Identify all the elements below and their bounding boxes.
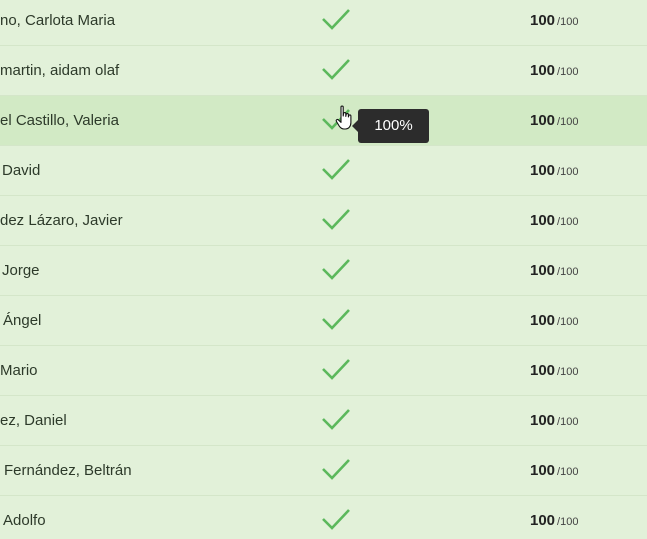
checkmark-icon [322, 459, 350, 480]
table-row[interactable]: Adolfo 100/100 [0, 496, 647, 539]
student-name: martin, aidam olaf [0, 62, 120, 79]
student-name: Fernández, Beltrán [4, 462, 132, 479]
student-name: dez Lázaro, Javier [0, 212, 123, 229]
checkmark-icon [322, 159, 350, 180]
hand-pointer-icon [335, 105, 352, 130]
score: 100/100 [530, 512, 579, 529]
table-row[interactable]: Ángel 100/100 [0, 296, 647, 346]
score: 100/100 [530, 462, 579, 479]
student-name: Mario [0, 362, 38, 379]
checkmark-icon [322, 259, 350, 280]
table-row[interactable]: no, Carlota Maria 100/100 [0, 0, 647, 46]
student-name: el Castillo, Valeria [0, 112, 119, 129]
score: 100/100 [530, 362, 579, 379]
checkmark-icon [322, 9, 350, 30]
table-row[interactable]: ez, Daniel 100/100 [0, 396, 647, 446]
checkmark-icon [322, 509, 350, 530]
grades-table: no, Carlota Maria 100/100 martin, aidam … [0, 0, 647, 539]
score: 100/100 [530, 212, 579, 229]
checkmark-icon [322, 409, 350, 430]
score: 100/100 [530, 62, 579, 79]
student-name: Adolfo [3, 512, 46, 529]
score: 100/100 [530, 112, 579, 129]
score: 100/100 [530, 262, 579, 279]
student-name: ez, Daniel [0, 412, 67, 429]
score: 100/100 [530, 12, 579, 29]
checkmark-icon [322, 359, 350, 380]
checkmark-icon [322, 59, 350, 80]
progress-tooltip: 100% [352, 109, 429, 143]
student-name: Ángel [3, 312, 42, 329]
student-name: Jorge [2, 262, 40, 279]
table-row[interactable]: Fernández, Beltrán 100/100 [0, 446, 647, 496]
table-row[interactable]: Mario 100/100 [0, 346, 647, 396]
table-row[interactable]: el Castillo, Valeria 100/100 [0, 96, 647, 146]
checkmark-icon [322, 309, 350, 330]
score: 100/100 [530, 412, 579, 429]
table-row[interactable]: dez Lázaro, Javier 100/100 [0, 196, 647, 246]
student-name: no, Carlota Maria [0, 12, 116, 29]
student-name: David [2, 162, 41, 179]
table-row[interactable]: Jorge 100/100 [0, 246, 647, 296]
table-row[interactable]: martin, aidam olaf 100/100 [0, 46, 647, 96]
checkmark-icon [322, 209, 350, 230]
score: 100/100 [530, 162, 579, 179]
score: 100/100 [530, 312, 579, 329]
table-row[interactable]: David 100/100 [0, 146, 647, 196]
